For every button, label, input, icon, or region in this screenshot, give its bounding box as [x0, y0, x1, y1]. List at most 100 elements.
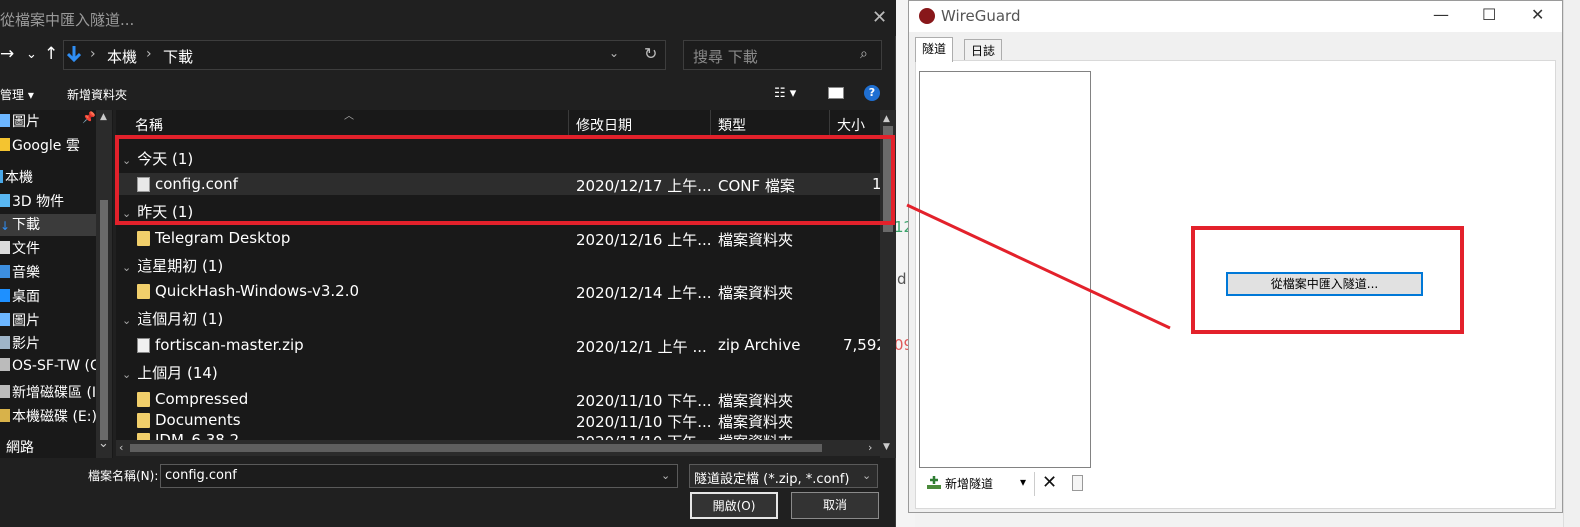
sidebar-scrollbar[interactable]: ▲ ⌄: [96, 110, 112, 458]
export-zip-icon[interactable]: [1072, 475, 1083, 491]
file-name: Telegram Desktop: [155, 229, 291, 247]
scrollbar-thumb[interactable]: [130, 444, 822, 452]
desktop-icon: [0, 289, 10, 302]
group-label: 這個月初 (1): [137, 310, 224, 328]
preview-pane-icon[interactable]: [828, 87, 844, 99]
file-row[interactable]: Compressed 2020/11/10 下午... 檔案資料夾: [116, 388, 880, 410]
close-icon[interactable]: ✕: [872, 7, 887, 28]
column-divider[interactable]: [710, 110, 711, 136]
chevron-down-icon[interactable]: ⌄: [661, 469, 670, 482]
column-type[interactable]: 類型: [718, 115, 746, 135]
close-icon[interactable]: ✕: [1531, 5, 1544, 24]
open-file-dialog: 從檔案中匯入隧道... ✕ → ⌄ ↑ › 本機 › 下載 ⌄ ↻ 搜尋 下載 …: [0, 0, 896, 527]
sidebar-item-drive-c[interactable]: OS-SF-TW (C: [0, 358, 100, 380]
scroll-left-icon[interactable]: ‹: [119, 441, 123, 454]
folder-icon: [137, 433, 150, 440]
file-date: 2020/12/14 上午...: [576, 284, 712, 302]
file-row[interactable]: QuickHash-Windows-v3.2.0 2020/12/14 上午..…: [116, 280, 880, 302]
file-list-horizontal-scrollbar[interactable]: ‹ ›: [116, 440, 880, 456]
group-label: 上個月 (14): [137, 364, 218, 382]
sidebar-item-label: 文件: [12, 241, 40, 257]
sidebar-item-local-disk-e[interactable]: 本機磁碟 (E:): [0, 406, 97, 428]
documents-icon: [0, 241, 10, 254]
file-type: 檔案資料夾: [718, 231, 794, 249]
file-row[interactable]: Telegram Desktop 2020/12/16 上午... 檔案資料夾: [116, 227, 880, 249]
sidebar-item-this-pc[interactable]: 本機: [0, 167, 33, 189]
sidebar-item-new-volume[interactable]: 新增磁碟區 (I: [0, 382, 96, 404]
sidebar-item-pictures-pinned[interactable]: 圖片 📌: [0, 111, 96, 133]
sidebar-item-downloads[interactable]: ↓ 下載: [0, 214, 96, 236]
chevron-down-icon[interactable]: ⌄: [609, 46, 619, 60]
file-row[interactable]: fortiscan-master.zip 2020/12/1 上午 ... zi…: [116, 334, 880, 356]
maximize-icon[interactable]: ☐: [1482, 5, 1496, 24]
breadcrumb-downloads[interactable]: 下載: [163, 46, 193, 67]
sidebar-item-label: 本機磁碟 (E:): [12, 409, 97, 425]
chevron-down-icon[interactable]: ⌄: [98, 436, 109, 451]
search-icon: ⌕: [860, 46, 868, 62]
dialog-title: 從檔案中匯入隧道...: [0, 11, 135, 29]
cancel-button[interactable]: 取消: [791, 492, 879, 519]
new-folder-button[interactable]: 新增資料夾: [67, 86, 127, 103]
sidebar-item-documents[interactable]: 文件: [0, 238, 40, 260]
group-header-early-this-week[interactable]: ⌄ 這星期初 (1): [122, 255, 223, 276]
recent-dropdown-icon[interactable]: ⌄: [26, 47, 37, 62]
folder-icon: [137, 392, 150, 407]
tab-tunnels[interactable]: 隧道: [915, 37, 954, 62]
file-row[interactable]: Documents 2020/11/10 下午... 檔案資料夾: [116, 409, 880, 431]
group-header-early-this-month[interactable]: ⌄ 這個月初 (1): [122, 308, 223, 329]
scroll-right-icon[interactable]: ›: [868, 441, 872, 454]
sidebar-item-label: 3D 物件: [12, 194, 65, 210]
scroll-down-icon[interactable]: ▼: [883, 442, 890, 452]
delete-tunnel-icon[interactable]: ✕: [1042, 472, 1057, 493]
scroll-up-icon[interactable]: ▲: [883, 114, 890, 124]
scroll-up-icon[interactable]: ▲: [100, 112, 107, 122]
tunnel-list[interactable]: [919, 71, 1091, 468]
open-button[interactable]: 開啟(O): [690, 492, 778, 519]
group-header-last-month[interactable]: ⌄ 上個月 (14): [122, 362, 218, 383]
file-size: 7,592: [843, 336, 880, 354]
command-bar: 管理 ▾ 新增資料夾 ☷ ▾ ?: [0, 80, 896, 108]
wireguard-titlebar: WireGuard — ☐ ✕: [909, 1, 1562, 32]
sidebar-item-network[interactable]: 網路: [0, 437, 34, 459]
sidebar-item-google-drive[interactable]: Google 雲: [0, 135, 80, 157]
sidebar-item-3d-objects[interactable]: 3D 物件: [0, 191, 64, 213]
sidebar-item-videos[interactable]: 影片: [0, 333, 40, 355]
filename-value: config.conf: [165, 468, 237, 483]
file-row[interactable]: IDM_6.38.2 2020/11/10 下午... 檔案資料夾: [116, 429, 880, 440]
file-type: 檔案資料夾: [718, 431, 793, 440]
add-tunnel-dropdown-icon[interactable]: ▾: [1020, 475, 1026, 489]
up-arrow-icon[interactable]: ↑: [44, 44, 58, 64]
chevron-down-icon: ⌄: [122, 314, 132, 327]
column-divider[interactable]: [829, 110, 830, 136]
sidebar-item-desktop[interactable]: 桌面: [0, 286, 40, 308]
organize-button[interactable]: 管理 ▾: [0, 86, 34, 103]
filename-field[interactable]: config.conf ⌄: [160, 464, 678, 488]
dialog-titlebar: 從檔案中匯入隧道... ✕: [0, 0, 896, 36]
view-options-icon[interactable]: ☷ ▾: [774, 86, 796, 101]
refresh-icon[interactable]: ↻: [644, 44, 657, 63]
address-bar[interactable]: › 本機 › 下載 ⌄ ↻: [63, 40, 666, 70]
add-tunnel-button[interactable]: 新增隧道: [927, 475, 993, 492]
sidebar-item-music[interactable]: 音樂: [0, 262, 40, 284]
search-input[interactable]: 搜尋 下載: [693, 46, 758, 67]
back-arrow-icon[interactable]: →: [0, 44, 14, 64]
minimize-icon[interactable]: —: [1433, 5, 1449, 24]
filetype-select[interactable]: 隧道設定檔 (*.zip, *.conf) ⌄: [689, 464, 878, 488]
pin-icon: 📌: [82, 111, 96, 124]
breadcrumb-this-pc[interactable]: 本機: [107, 46, 137, 67]
column-name[interactable]: 名稱: [135, 115, 163, 135]
wireguard-title: WireGuard: [941, 7, 1021, 25]
sidebar-item-label: 影片: [12, 336, 40, 352]
column-divider[interactable]: [568, 110, 569, 136]
file-date: 2020/12/16 上午...: [576, 231, 712, 249]
column-date-modified[interactable]: 修改日期: [576, 115, 632, 135]
zip-file-icon: [137, 338, 150, 353]
sidebar-item-pictures[interactable]: 圖片: [0, 310, 40, 332]
column-size[interactable]: 大小: [837, 115, 865, 135]
help-icon[interactable]: ?: [864, 85, 880, 101]
sidebar-item-label: OS-SF-TW (C: [12, 358, 100, 374]
scrollbar-thumb[interactable]: [100, 200, 108, 440]
locked-drive-icon: [0, 409, 10, 422]
search-box[interactable]: 搜尋 下載 ⌕: [683, 40, 882, 70]
tab-log[interactable]: 日誌: [964, 39, 1003, 60]
